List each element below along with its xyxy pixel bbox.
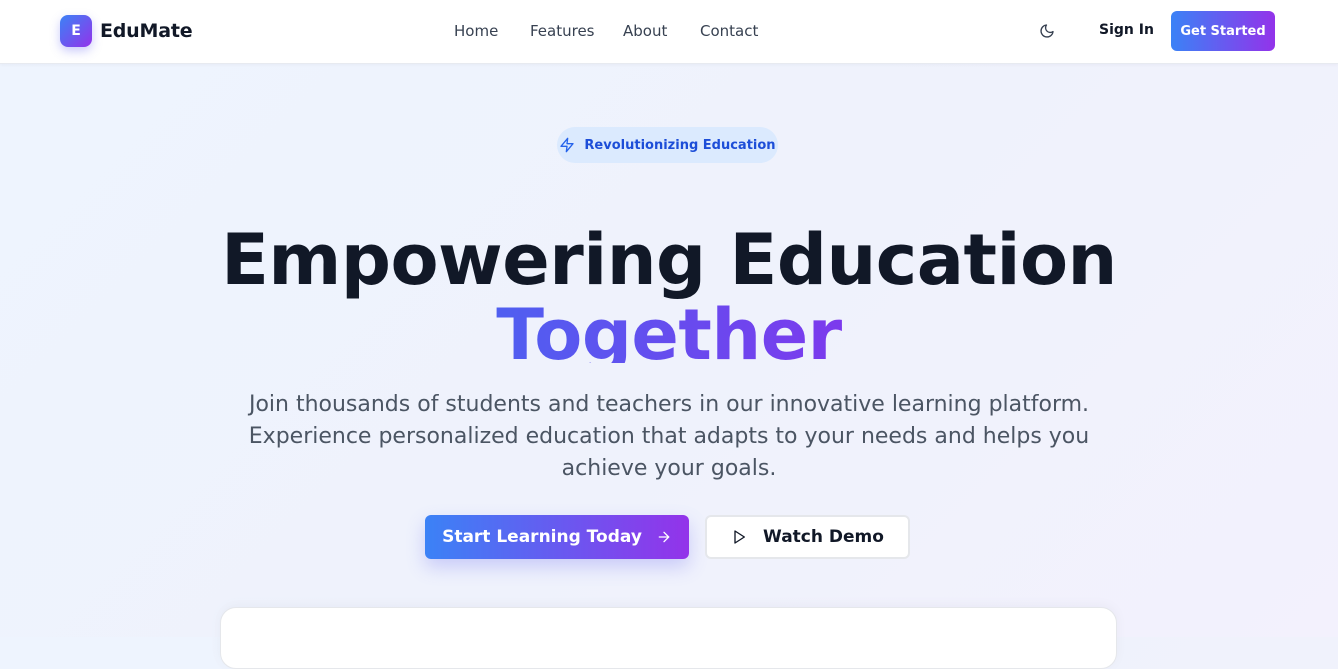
watch-demo-button[interactable]: Watch Demo [705, 515, 910, 559]
nav-home[interactable]: Home [454, 22, 498, 40]
sign-in-button[interactable]: Sign In [1099, 22, 1154, 38]
logo-mark: E [60, 15, 92, 47]
arrow-right-icon [658, 531, 670, 543]
watch-demo-label: Watch Demo [763, 527, 884, 547]
site-header: E EduMate Home Features About Contact Si… [0, 0, 1338, 64]
hero-subtitle: Join thousands of students and teachers … [248, 392, 1090, 481]
nav-contact[interactable]: Contact [700, 22, 758, 40]
announcement-badge: Revolutionizing Education [557, 127, 778, 163]
badge-label: Revolutionizing Education [584, 137, 776, 153]
nav-about[interactable]: About [623, 22, 667, 40]
get-started-button[interactable]: Get Started [1171, 11, 1275, 51]
hero-headline-accent-text: Together [496, 297, 842, 363]
play-icon [734, 530, 746, 544]
hero-headline: Empowering Education [221, 219, 1117, 301]
moon-icon [1040, 24, 1054, 38]
start-learning-label: Start Learning Today [442, 527, 642, 547]
theme-toggle-button[interactable] [1035, 19, 1059, 43]
brand-logo[interactable]: E EduMate [60, 15, 193, 47]
start-learning-button[interactable]: Start Learning Today [425, 515, 689, 559]
hero-headline-accent: Together [0, 297, 1338, 363]
brand-name: EduMate [100, 20, 193, 42]
preview-card [220, 607, 1117, 669]
nav-features[interactable]: Features [530, 22, 595, 40]
lightning-icon [560, 137, 575, 153]
